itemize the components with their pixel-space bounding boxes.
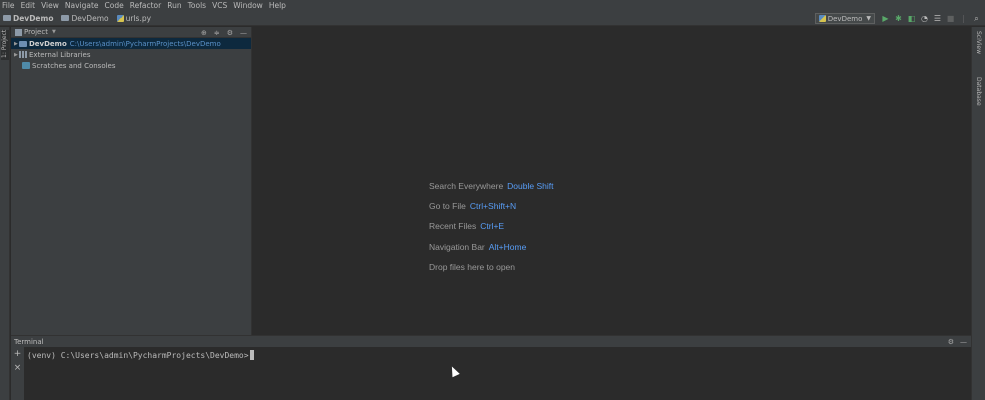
gear-icon[interactable]: ⚙: [227, 29, 233, 37]
menu-refactor[interactable]: Refactor: [130, 1, 161, 10]
hint-search-everywhere: Search Everywhere Double Shift: [429, 180, 553, 200]
tree-item-scratches[interactable]: Scratches and Consoles: [11, 60, 251, 71]
terminal-prompt-line[interactable]: (venv) C:\Users\admin\PycharmProjects\De…: [27, 350, 254, 360]
run-toolbar: DevDemo ▼ ▶ ✱ ◧ ◔ ☰ ■ | ⌕: [814, 11, 985, 26]
hint-label: Recent Files: [429, 221, 477, 232]
menu-help[interactable]: Help: [269, 1, 286, 10]
tab-sciview-label: SciView: [975, 31, 982, 55]
tree-item-label: Scratches and Consoles: [32, 61, 116, 70]
python-config-icon: [818, 15, 826, 22]
hint-navigation-bar: Navigation Bar Alt+Home: [429, 241, 553, 261]
folder-icon: [19, 40, 27, 47]
debug-icon[interactable]: ✱: [894, 14, 903, 23]
project-panel-title[interactable]: Project: [24, 28, 48, 36]
terminal-prompt: (venv) C:\Users\admin\PycharmProjects\De…: [27, 350, 249, 360]
menu-view[interactable]: View: [41, 1, 59, 10]
menu-bar: File Edit View Navigate Code Refactor Ru…: [0, 0, 985, 11]
hint-shortcut[interactable]: Ctrl+Shift+N: [470, 201, 516, 211]
tab-project[interactable]: 1: Project: [1, 30, 9, 60]
project-panel-actions: ⊕ ≑ ⚙ —: [194, 27, 247, 38]
hint-shortcut[interactable]: Alt+Home: [489, 242, 527, 252]
locate-icon[interactable]: ⊕: [201, 29, 207, 37]
folder-icon: [3, 15, 11, 21]
scratches-icon: [22, 62, 30, 69]
hint-label: Drop files here to open: [429, 261, 515, 272]
tab-sciview[interactable]: SciView: [974, 31, 983, 71]
terminal-actions: ⚙ —: [942, 336, 967, 347]
minimize-icon[interactable]: —: [240, 29, 247, 37]
separator-icon: |: [962, 14, 965, 23]
terminal-title: Terminal: [14, 337, 44, 346]
new-session-icon[interactable]: +: [11, 348, 24, 361]
menu-vcs[interactable]: VCS: [212, 1, 227, 10]
breadcrumb-folder-label: DevDemo: [71, 13, 109, 23]
library-icon: [19, 51, 27, 58]
menu-edit[interactable]: Edit: [21, 1, 36, 10]
project-panel: Project ▼ ⊕ ≑ ⚙ — ▶ DevDemo C:\Users\adm…: [11, 27, 252, 335]
breadcrumb-project[interactable]: DevDemo: [3, 14, 53, 23]
coverage-icon[interactable]: ◧: [907, 14, 916, 23]
concurrency-icon[interactable]: ☰: [933, 14, 942, 23]
tree-item-label: DevDemo: [29, 39, 67, 48]
hint-label: Search Everywhere: [429, 181, 504, 191]
tree-item-label: External Libraries: [29, 50, 91, 59]
breadcrumb-folder[interactable]: DevDemo: [61, 13, 109, 23]
hint-shortcut[interactable]: Double Shift: [507, 181, 553, 191]
menu-file[interactable]: File: [2, 1, 15, 10]
left-tool-strip: 1: Project: [0, 27, 10, 400]
project-view-icon: [15, 28, 22, 36]
tab-database[interactable]: Database: [974, 77, 983, 117]
breadcrumb-file-label: urls.py: [125, 13, 152, 23]
project-panel-header: Project ▼ ⊕ ≑ ⚙ —: [11, 27, 251, 38]
breadcrumb-file[interactable]: urls.py: [116, 13, 152, 23]
tree-item-path: C:\Users\admin\PycharmProjects\DevDemo: [69, 39, 221, 48]
hint-go-to-file: Go to File Ctrl+Shift+N: [429, 200, 553, 220]
gear-icon[interactable]: ⚙: [948, 338, 954, 346]
terminal-header: Terminal ⚙ —: [11, 336, 971, 347]
navigation-bar: DevDemo DevDemo urls.py DevDemo ▼ ▶ ✱ ◧ …: [0, 11, 985, 26]
tab-project-label: 1: Project: [1, 29, 8, 58]
hint-drop-files: Drop files here to open: [429, 261, 553, 281]
search-icon[interactable]: ⌕: [972, 14, 981, 23]
run-icon[interactable]: ▶: [881, 14, 890, 23]
menu-window[interactable]: Window: [233, 1, 263, 10]
profile-icon[interactable]: ◔: [920, 14, 929, 23]
stop-icon[interactable]: ■: [946, 14, 955, 23]
minimize-icon[interactable]: —: [960, 338, 967, 346]
chevron-down-icon[interactable]: ▼: [52, 29, 56, 35]
terminal-side-toolbar: + ×: [11, 347, 24, 400]
run-configuration-select[interactable]: DevDemo ▼: [814, 13, 875, 24]
text-cursor: [249, 350, 254, 360]
folder-icon: [61, 15, 70, 21]
menu-code[interactable]: Code: [105, 1, 124, 10]
close-icon[interactable]: ×: [11, 362, 24, 375]
editor-hints: Search Everywhere Double Shift Go to File…: [429, 180, 553, 281]
editor-area[interactable]: Search Everywhere Double Shift Go to File…: [252, 27, 971, 335]
terminal-panel: Terminal ⚙ — + × (venv) C:\Users\admin\P…: [11, 335, 971, 400]
menu-tools[interactable]: Tools: [188, 1, 206, 10]
expand-arrow-icon[interactable]: ▶: [11, 41, 19, 47]
right-tool-strip: SciView Database: [971, 27, 985, 400]
hint-recent-files: Recent Files Ctrl+E: [429, 220, 553, 240]
menu-navigate[interactable]: Navigate: [65, 1, 99, 10]
tree-item-external-libraries[interactable]: ▶ External Libraries: [11, 49, 251, 60]
chevron-down-icon: ▼: [866, 15, 871, 22]
breadcrumb-project-label: DevDemo: [13, 13, 54, 23]
run-config-label: DevDemo: [827, 14, 863, 23]
python-file-icon: [116, 14, 124, 22]
hint-shortcut[interactable]: Ctrl+E: [480, 221, 504, 231]
expand-arrow-icon[interactable]: ▶: [11, 52, 19, 58]
hint-label: Go to File: [429, 201, 466, 212]
collapse-all-icon[interactable]: ≑: [214, 29, 220, 37]
hint-label: Navigation Bar: [429, 241, 485, 252]
tree-item-devdemo[interactable]: ▶ DevDemo C:\Users\admin\PycharmProjects…: [11, 38, 251, 49]
menu-run[interactable]: Run: [167, 1, 181, 10]
tab-database-label: Database: [975, 77, 982, 106]
